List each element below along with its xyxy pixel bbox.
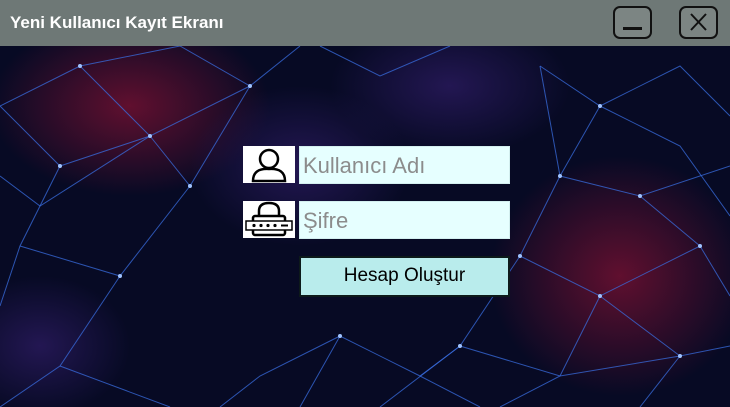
close-icon xyxy=(690,13,707,31)
window-title: Yeni Kullanıcı Kayıt Ekranı xyxy=(10,13,224,32)
password-field[interactable]: Şifre xyxy=(299,201,510,239)
registration-window: Yeni Kullanıcı Kayıt Ekranı Kullanıcı Ad… xyxy=(0,0,730,407)
username-field[interactable]: Kullanıcı Adı xyxy=(299,146,510,184)
title-bar: Yeni Kullanıcı Kayıt Ekranı xyxy=(0,0,730,46)
lock-icon xyxy=(243,201,295,238)
minimize-icon xyxy=(623,27,642,30)
minimize-button[interactable] xyxy=(613,6,652,39)
create-account-button[interactable]: Hesap Oluştur xyxy=(299,256,510,297)
close-button[interactable] xyxy=(679,6,718,39)
user-icon xyxy=(243,146,295,183)
